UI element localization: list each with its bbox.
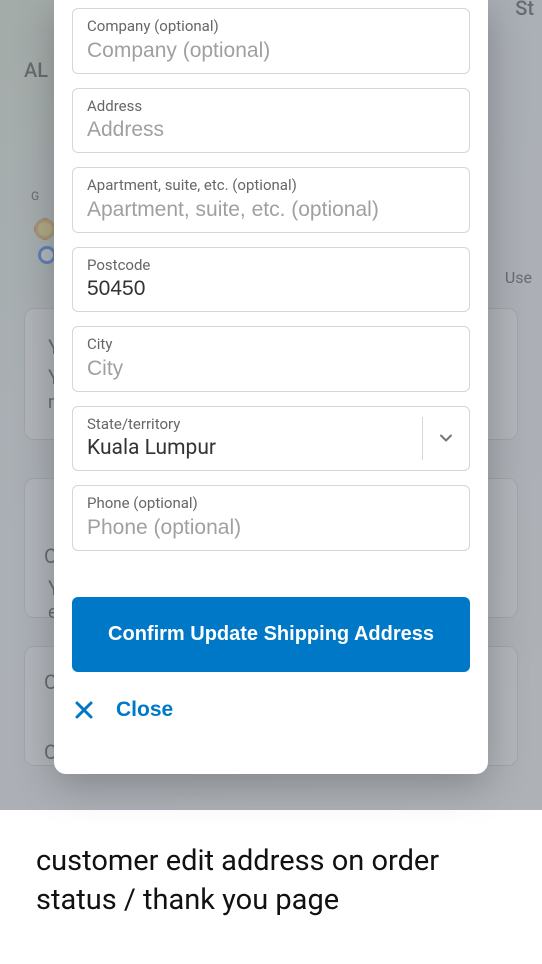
apartment-label: Apartment, suite, etc. (optional) xyxy=(87,176,455,196)
state-select[interactable]: State/territory Kuala Lumpur xyxy=(72,406,470,472)
postcode-field-wrapper[interactable]: Postcode xyxy=(72,247,470,313)
state-label: State/territory xyxy=(87,415,419,435)
apartment-input[interactable] xyxy=(87,196,455,222)
company-label: Company (optional) xyxy=(87,17,455,37)
phone-label: Phone (optional) xyxy=(87,494,455,514)
postcode-label: Postcode xyxy=(87,256,455,276)
close-label: Close xyxy=(116,698,173,722)
company-input[interactable] xyxy=(87,37,455,63)
close-button[interactable]: Close xyxy=(72,694,175,726)
select-divider xyxy=(422,417,423,461)
phone-input[interactable] xyxy=(87,514,455,540)
state-value: Kuala Lumpur xyxy=(87,434,419,460)
city-field-wrapper[interactable]: City xyxy=(72,326,470,392)
city-label: City xyxy=(87,335,455,355)
address-field-wrapper[interactable]: Address xyxy=(72,88,470,154)
company-field-wrapper[interactable]: Company (optional) xyxy=(72,8,470,74)
phone-field-wrapper[interactable]: Phone (optional) xyxy=(72,485,470,551)
close-icon xyxy=(74,700,94,720)
apartment-field-wrapper[interactable]: Apartment, suite, etc. (optional) xyxy=(72,167,470,233)
edit-shipping-address-modal: Company (optional) Address Apartment, su… xyxy=(54,0,488,774)
confirm-update-shipping-address-button[interactable]: Confirm Update Shipping Address xyxy=(72,597,470,672)
address-input[interactable] xyxy=(87,116,455,142)
city-input[interactable] xyxy=(87,355,455,381)
caption-text: customer edit address on order status / … xyxy=(36,842,512,920)
postcode-input[interactable] xyxy=(87,275,455,301)
chevron-down-icon xyxy=(439,431,453,445)
address-label: Address xyxy=(87,97,455,117)
